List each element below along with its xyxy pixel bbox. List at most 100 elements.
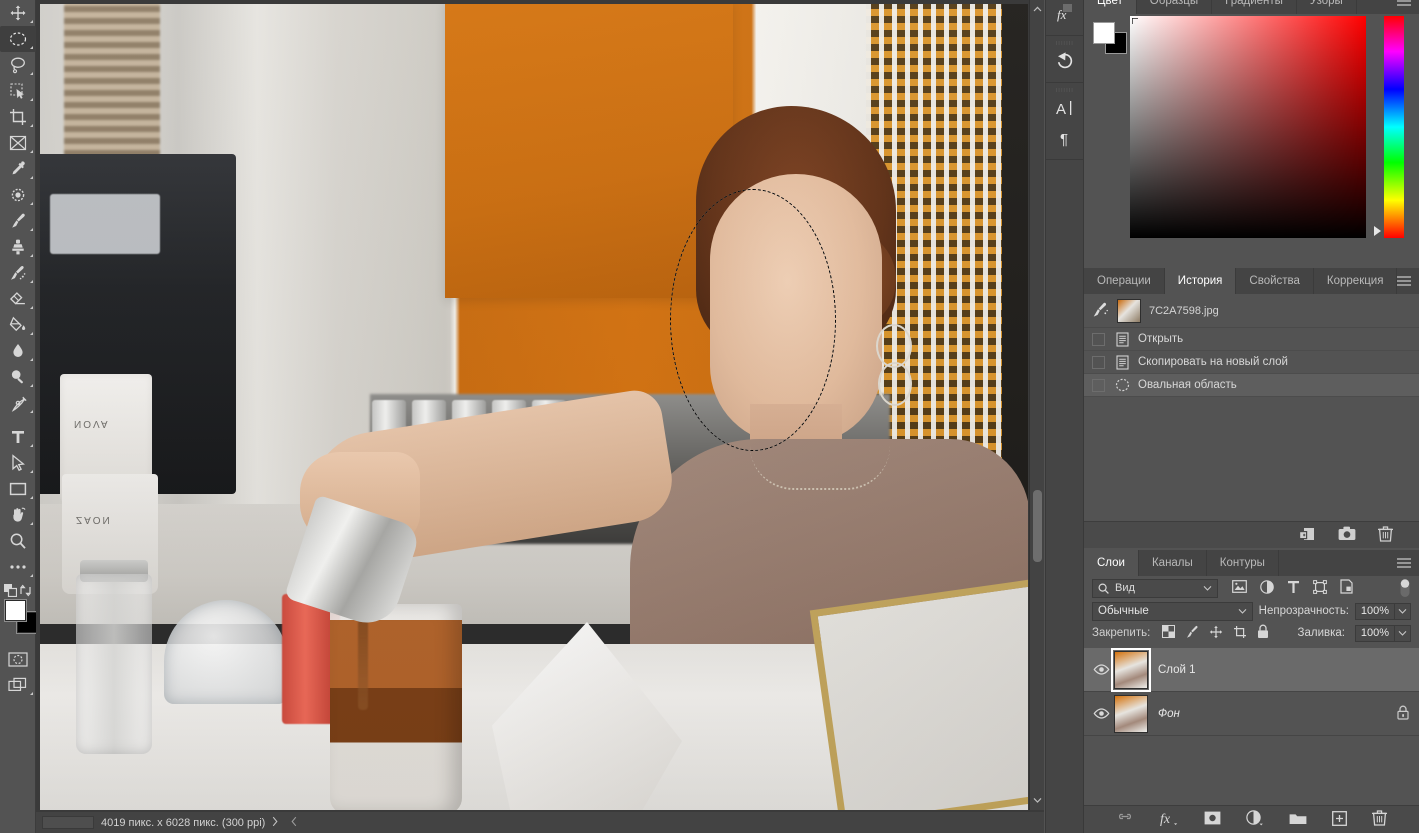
layer-visibility-icon[interactable]: [1088, 708, 1114, 719]
history-panel-menu-icon[interactable]: [1397, 276, 1411, 289]
layer-thumbnail[interactable]: [1111, 647, 1151, 692]
delete-layer-button[interactable]: [1372, 810, 1387, 829]
fill-field[interactable]: 100%: [1355, 624, 1411, 642]
edit-toolbar-button[interactable]: [0, 554, 36, 580]
chevron-down-icon[interactable]: [1394, 602, 1410, 620]
layer-visibility-icon[interactable]: [1088, 664, 1114, 675]
crop-tool[interactable]: [0, 104, 36, 130]
lock-transparent-pixels-icon[interactable]: [1162, 625, 1176, 641]
filter-adjustment-layers-icon[interactable]: [1260, 579, 1274, 597]
dodge-tool[interactable]: [0, 364, 36, 390]
canvas-vertical-scrollbar[interactable]: [1029, 0, 1044, 810]
hand-tool[interactable]: [0, 502, 36, 528]
swap-colors-icon[interactable]: [19, 584, 32, 600]
vertical-scroll-thumb[interactable]: [1033, 490, 1042, 562]
history-brush-source-checkbox[interactable]: [1092, 355, 1105, 369]
eyedropper-tool[interactable]: [0, 156, 36, 182]
layers-panel-menu-icon[interactable]: [1397, 558, 1411, 571]
image-canvas[interactable]: NOVA ZAON: [40, 4, 1028, 810]
lock-image-pixels-icon[interactable]: [1185, 625, 1199, 642]
move-tool[interactable]: [0, 0, 36, 26]
lock-position-icon[interactable]: [1209, 625, 1223, 642]
filter-pixel-layers-icon[interactable]: [1232, 580, 1247, 596]
eraser-tool[interactable]: [0, 286, 36, 312]
lock-artboard-nesting-icon[interactable]: [1233, 625, 1247, 642]
opacity-field[interactable]: 100%: [1355, 602, 1411, 620]
history-state-row[interactable]: Овальная область: [1084, 374, 1419, 397]
new-group-button[interactable]: [1289, 811, 1307, 828]
canvas-viewport[interactable]: NOVA ZAON: [40, 4, 1028, 810]
default-colors-icon[interactable]: [4, 584, 18, 600]
filter-enable-toggle[interactable]: [1399, 578, 1411, 598]
blend-mode-select[interactable]: Обычные: [1092, 601, 1253, 621]
color-panel-foreground-swatch[interactable]: [1093, 22, 1115, 44]
zoom-level-field[interactable]: [42, 816, 94, 829]
quick-mask-toggle[interactable]: [0, 646, 36, 672]
brush-tool[interactable]: [0, 208, 36, 234]
layer-style-button[interactable]: fx: [1159, 810, 1179, 829]
tab-actions[interactable]: Операции: [1084, 268, 1165, 294]
lock-all-icon[interactable]: [1257, 624, 1269, 642]
quick-selection-tool[interactable]: [0, 78, 36, 104]
tab-history[interactable]: История: [1164, 268, 1237, 294]
type-tool[interactable]: [0, 424, 36, 450]
add-layer-mask-button[interactable]: [1204, 811, 1221, 828]
tab-paths[interactable]: Контуры: [1206, 550, 1279, 576]
zoom-tool[interactable]: [0, 528, 36, 554]
scroll-up-icon[interactable]: [1030, 2, 1045, 16]
frame-tool[interactable]: [0, 130, 36, 156]
history-state-row[interactable]: Открыть: [1084, 328, 1419, 351]
history-brush-source-icon[interactable]: [1092, 301, 1109, 321]
new-layer-button[interactable]: [1332, 810, 1347, 829]
new-adjustment-layer-button[interactable]: [1246, 810, 1264, 829]
gradient-tool[interactable]: [0, 312, 36, 338]
tab-properties[interactable]: Свойства: [1236, 268, 1314, 294]
delete-state-button[interactable]: [1378, 525, 1393, 545]
layer-thumbnail[interactable]: [1114, 694, 1148, 733]
create-snapshot-button[interactable]: [1338, 526, 1356, 544]
clone-stamp-tool[interactable]: [0, 234, 36, 260]
history-brush-source-checkbox[interactable]: [1092, 332, 1105, 346]
filter-smart-object-layers-icon[interactable]: [1340, 579, 1353, 597]
pen-tool[interactable]: [0, 390, 36, 416]
status-collapse-icon[interactable]: [291, 816, 297, 830]
tab-channels[interactable]: Каналы: [1138, 550, 1207, 576]
elliptical-marquee-tool[interactable]: [0, 26, 36, 52]
saturation-brightness-field[interactable]: [1130, 16, 1366, 238]
paragraph-panel-icon[interactable]: ¶: [1046, 123, 1083, 153]
table-row[interactable]: Фон: [1084, 692, 1419, 736]
blur-tool[interactable]: [0, 338, 36, 364]
lasso-tool[interactable]: [0, 52, 36, 78]
table-row[interactable]: Слой 1: [1084, 647, 1419, 692]
layer-filter-type-select[interactable]: Вид: [1092, 578, 1218, 598]
path-selection-tool[interactable]: [0, 450, 36, 476]
layer-name[interactable]: Фон: [1158, 708, 1180, 720]
history-brush-tool[interactable]: [0, 260, 36, 286]
history-snapshot-row[interactable]: 7C2A7598.jpg: [1084, 294, 1419, 328]
chevron-down-icon[interactable]: [1394, 624, 1410, 642]
new-document-from-state-button[interactable]: [1299, 526, 1316, 545]
character-panel-icon[interactable]: A: [1046, 93, 1083, 123]
foreground-color-swatch[interactable]: [5, 600, 26, 621]
scroll-down-icon[interactable]: [1030, 793, 1045, 807]
history-icon[interactable]: [1046, 46, 1083, 76]
layer-locked-icon[interactable]: [1397, 705, 1409, 723]
tab-swatches[interactable]: Образцы: [1136, 0, 1213, 14]
filter-shape-layers-icon[interactable]: [1313, 579, 1327, 597]
hue-slider[interactable]: [1384, 16, 1404, 238]
color-panel-menu-icon[interactable]: [1397, 0, 1411, 9]
tab-layers[interactable]: Слои: [1084, 550, 1139, 576]
layer-name[interactable]: Слой 1: [1158, 664, 1196, 676]
filter-type-layers-icon[interactable]: [1287, 580, 1300, 597]
tab-color[interactable]: Цвет: [1084, 0, 1137, 14]
layer-styles-icon[interactable]: fx: [1046, 0, 1083, 29]
status-expand-icon[interactable]: [272, 816, 278, 830]
history-state-row[interactable]: Скопировать на новый слой: [1084, 351, 1419, 374]
history-brush-source-checkbox[interactable]: [1092, 378, 1105, 392]
tab-gradients[interactable]: Градиенты: [1212, 0, 1297, 14]
screen-mode-toggle[interactable]: [0, 672, 36, 698]
tab-patterns[interactable]: Узоры: [1296, 0, 1357, 14]
link-layers-button[interactable]: [1116, 813, 1134, 827]
tab-adjustments[interactable]: Коррекция: [1313, 268, 1398, 294]
spot-healing-brush-tool[interactable]: [0, 182, 36, 208]
